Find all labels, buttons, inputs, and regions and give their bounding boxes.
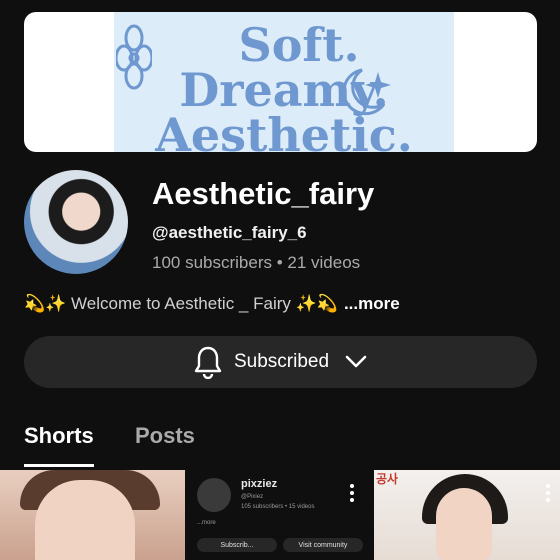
channel-handle: @aesthetic_fairy_6 (152, 223, 307, 242)
banner-text-line-1: Soft. (238, 18, 360, 72)
short-thumbnail-1[interactable] (0, 470, 185, 560)
banner-text-line-3: Aesthetic. (155, 108, 413, 152)
short-thumbnail-3[interactable]: 공사 (374, 470, 560, 560)
channel-banner: Soft. Dreamy. Aesthetic. (24, 12, 537, 152)
subscribed-label: Subscribed (233, 351, 330, 372)
thumbnail-channel-handle: @Pixiez (241, 494, 264, 500)
thumbnail-subscribe-button: Subscrib... (197, 538, 277, 552)
banner-text-line-2: Dreamy. (179, 63, 389, 117)
short-thumbnail-2[interactable]: pixziez @Pixiez 105 subscribers • 15 vid… (187, 470, 372, 560)
more-link[interactable]: ...more (344, 294, 400, 313)
tab-posts[interactable]: Posts (135, 423, 195, 449)
short-1-more-icon[interactable] (350, 484, 354, 502)
short-3-more-icon[interactable] (546, 484, 550, 502)
thumbnail-channel-name: pixziez (241, 478, 278, 490)
channel-avatar[interactable] (24, 170, 128, 274)
thumbnail-sign-text: 공사 (376, 472, 399, 486)
moon-star-icon (342, 68, 391, 116)
subscribed-button[interactable]: Subscribed (24, 336, 537, 388)
banner-artwork: Soft. Dreamy. Aesthetic. (114, 12, 454, 152)
thumbnail-more-text: ...more (197, 520, 216, 526)
description-text: 💫✨ Welcome to Aesthetic _ Fairy ✨💫 (24, 294, 338, 313)
channel-stats: 100 subscribers • 21 videos (152, 253, 361, 272)
tab-shorts[interactable]: Shorts (24, 423, 94, 449)
thumbnail-face (436, 488, 492, 560)
thumbnail-visit-button: Visit community (283, 538, 363, 552)
thumbnail-channel-stats: 105 subscribers • 15 videos (241, 504, 315, 510)
thumbnail-face (35, 480, 135, 560)
thumbnail-avatar (197, 478, 231, 512)
channel-name: Aesthetic_fairy (152, 176, 375, 211)
chevron-down-icon (345, 355, 367, 368)
channel-description[interactable]: 💫✨ Welcome to Aesthetic _ Fairy ✨💫 ...mor… (24, 294, 400, 314)
active-tab-indicator (24, 464, 94, 467)
bell-icon (194, 346, 222, 379)
